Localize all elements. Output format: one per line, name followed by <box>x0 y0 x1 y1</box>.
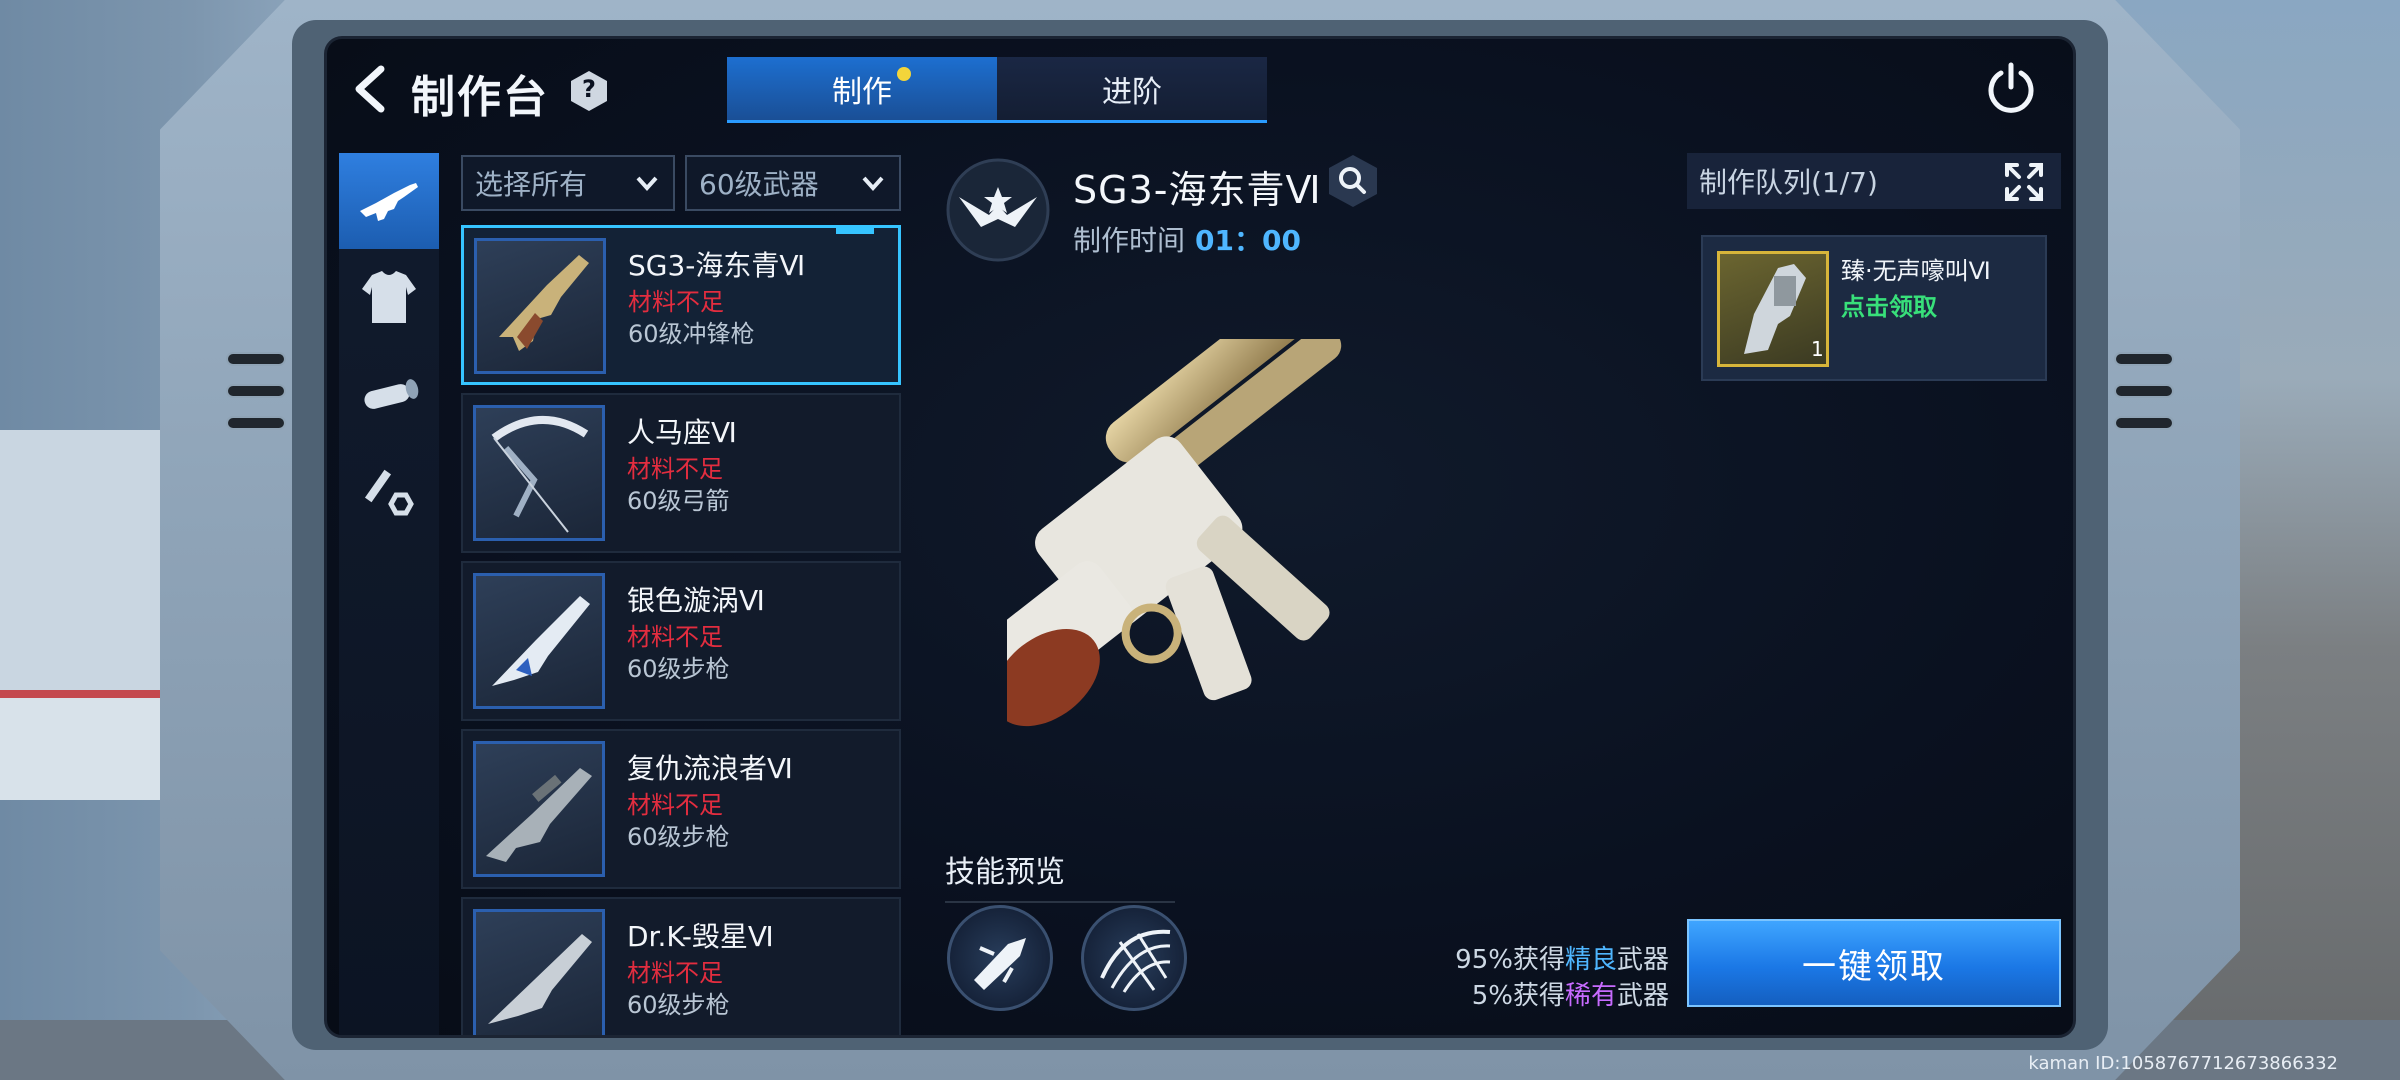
elite-rate-prefix: 95%获得 <box>1455 945 1565 975</box>
right-vent <box>2114 416 2174 430</box>
weapon-list-item[interactable]: Dr.K-毁星Ⅵ 材料不足 60级步枪 <box>461 897 901 1035</box>
chevron-down-icon <box>862 176 884 191</box>
weapon-list-item[interactable]: 人马座Ⅵ 材料不足 60级弓箭 <box>461 393 901 553</box>
weapon-status: 材料不足 <box>628 288 724 316</box>
weapon-class: 60级弓箭 <box>627 487 730 515</box>
right-vent <box>2114 352 2174 366</box>
tab-advance-label: 进阶 <box>1102 74 1162 110</box>
weapon-name: 人马座Ⅵ <box>627 416 737 449</box>
rare-rate-suffix: 武器 <box>1616 981 1669 1011</box>
craft-queue-header: 制作队列(1/7) <box>1687 153 2061 209</box>
weapon-thumbnail <box>473 405 605 541</box>
weapon-thumbnail <box>473 909 605 1035</box>
level-filter-value: 60级武器 <box>699 168 819 201</box>
category-sidebar <box>339 153 439 1035</box>
left-vent <box>226 384 286 398</box>
skill-slot-1[interactable] <box>947 905 1053 1011</box>
magnifier-icon <box>1329 155 1377 207</box>
category-materials[interactable] <box>339 441 439 537</box>
expand-icon[interactable] <box>2001 159 2047 205</box>
queue-item[interactable]: 1 臻·无声嚎叫Ⅵ 点击领取 <box>1701 235 2047 381</box>
claim-link[interactable]: 点击领取 <box>1841 287 1937 322</box>
player-id-watermark: kaman ID:1058767712673866332 <box>2028 1053 2338 1074</box>
rank-emblem-icon <box>946 158 1050 262</box>
weapon-name: 银色漩涡Ⅵ <box>627 584 765 617</box>
weapon-thumbnail <box>474 238 606 374</box>
tab-craft-label: 制作 <box>832 74 892 110</box>
rifle-icon <box>360 183 418 221</box>
skill-slot-2[interactable] <box>1081 905 1187 1011</box>
weapon-name: SG3-海东青Ⅵ <box>628 249 806 282</box>
queue-item-name: 臻·无声嚎叫Ⅵ <box>1841 257 1991 285</box>
notification-dot <box>897 67 911 81</box>
weapon-list-item[interactable]: SG3-海东青Ⅵ 材料不足 60级冲锋枪 <box>461 225 901 385</box>
help-label: ? <box>582 75 596 103</box>
exit-button[interactable] <box>1983 59 2039 115</box>
skill-preview-title: 技能预览 <box>945 847 1175 903</box>
weapon-preview-image <box>1007 339 1342 727</box>
weapon-class: 60级步枪 <box>627 823 730 851</box>
back-button[interactable] <box>347 61 393 117</box>
type-filter-dropdown[interactable]: 选择所有 <box>461 155 675 211</box>
help-button[interactable]: ? <box>569 69 609 113</box>
weapon-class: 60级冲锋枪 <box>628 320 755 348</box>
selected-weapon-name: SG3-海东青Ⅵ <box>1073 168 1322 212</box>
inspect-button[interactable] <box>1327 153 1379 209</box>
rare-rate: 5%获得稀有武器 <box>1472 975 1669 1012</box>
category-armor[interactable] <box>339 249 439 345</box>
weapon-name: Dr.K-毁星Ⅵ <box>627 920 774 953</box>
elite-quality: 精良 <box>1564 945 1617 975</box>
background-wall <box>0 430 170 690</box>
back-arrow-icon <box>355 65 385 113</box>
rare-quality: 稀有 <box>1564 981 1617 1011</box>
craft-queue-title: 制作队列(1/7) <box>1699 166 1878 199</box>
net-icon <box>1100 929 1171 993</box>
bow-icon <box>491 415 589 533</box>
weapon-name: 复仇流浪者Ⅵ <box>627 752 793 785</box>
collect-all-button[interactable]: 一键领取 <box>1687 919 2061 1007</box>
weapon-list-item[interactable]: 复仇流浪者Ⅵ 材料不足 60级步枪 <box>461 729 901 889</box>
weapon-class: 60级步枪 <box>627 991 730 1019</box>
elite-rate-suffix: 武器 <box>1616 945 1669 975</box>
weapon-status: 材料不足 <box>627 623 723 651</box>
left-vent <box>226 352 286 366</box>
right-vent <box>2114 384 2174 398</box>
selected-marker <box>836 228 874 234</box>
level-filter-dropdown[interactable]: 60级武器 <box>685 155 901 211</box>
rifle-thumb-icon <box>486 768 592 862</box>
type-filter-value: 选择所有 <box>475 168 588 201</box>
scope-icon <box>364 379 419 409</box>
chevron-down-icon <box>636 176 658 191</box>
weapon-status: 材料不足 <box>627 455 723 483</box>
queue-item-quantity: 1 <box>1811 337 1824 361</box>
tab-craft[interactable]: 制作 <box>727 57 997 120</box>
crafting-screen: 制作台 ? 制作 进阶 选择所有 60级武器 SG3-海东青Ⅵ 材料不足 60级… <box>324 36 2076 1038</box>
weapon-list[interactable]: SG3-海东青Ⅵ 材料不足 60级冲锋枪 人马座Ⅵ 材料不足 60级弓箭 银色漩… <box>461 225 901 1035</box>
power-icon <box>1988 62 2034 113</box>
rare-rate-prefix: 5%获得 <box>1471 981 1565 1011</box>
page-title: 制作台 <box>411 72 549 123</box>
rifle-thumb-icon <box>492 596 590 686</box>
tab-advance[interactable]: 进阶 <box>997 57 1267 120</box>
craft-time-value: 01：00 <box>1195 224 1301 257</box>
weapon-thumbnail <box>473 573 605 709</box>
weapon-class: 60级步枪 <box>627 655 730 683</box>
weapon-thumbnail <box>473 741 605 877</box>
elite-rate: 95%获得精良武器 <box>1455 939 1669 976</box>
rifle-thumb-icon <box>488 934 592 1024</box>
category-attachments[interactable] <box>339 345 439 441</box>
background-wall-stripe <box>0 690 170 800</box>
weapon-status: 材料不足 <box>627 791 723 819</box>
category-weapons[interactable] <box>339 153 439 249</box>
mode-tabs: 制作 进阶 <box>727 57 1267 123</box>
smg-icon <box>499 255 589 351</box>
bullet-burst-icon <box>974 938 1026 990</box>
bolt-nut-icon <box>364 469 414 516</box>
left-vent <box>226 416 286 430</box>
weapon-list-item[interactable]: 银色漩涡Ⅵ 材料不足 60级步枪 <box>461 561 901 721</box>
craft-time: 制作时间 01：00 <box>1073 219 1301 259</box>
craft-time-label: 制作时间 <box>1073 224 1186 257</box>
armor-icon <box>362 271 416 323</box>
weapon-status: 材料不足 <box>627 959 723 987</box>
